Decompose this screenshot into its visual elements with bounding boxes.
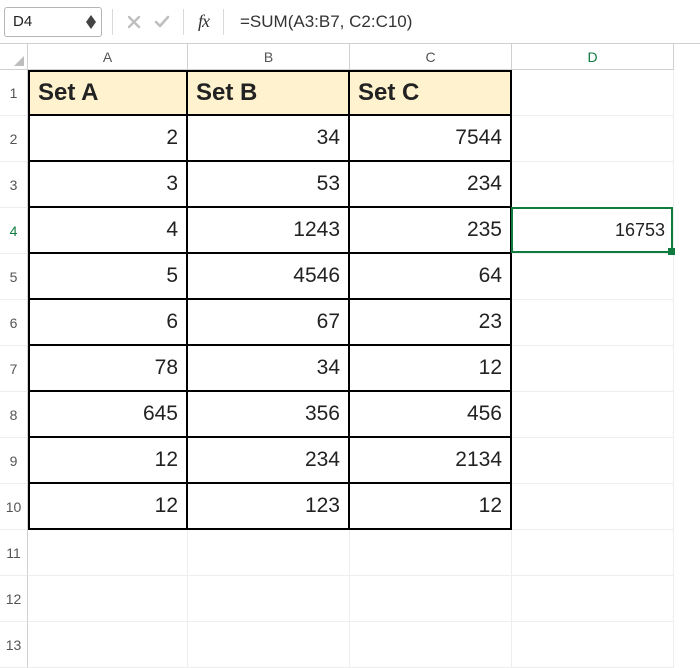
cell-D4[interactable]: 16753: [512, 208, 674, 254]
fx-label: fx: [194, 11, 213, 32]
cell-A3[interactable]: 3: [28, 162, 188, 208]
cell-A10[interactable]: 12: [28, 484, 188, 530]
row-header-2[interactable]: 2: [0, 116, 28, 162]
cell-C10[interactable]: 12: [350, 484, 512, 530]
cell-D11[interactable]: [512, 530, 674, 576]
cancel-formula-button[interactable]: [123, 11, 145, 33]
cell-A7[interactable]: 78: [28, 346, 188, 392]
cell-C12[interactable]: [350, 576, 512, 622]
cell-C4[interactable]: 235: [350, 208, 512, 254]
cell-C9[interactable]: 2134: [350, 438, 512, 484]
cell-A5[interactable]: 5: [28, 254, 188, 300]
cell-C8[interactable]: 456: [350, 392, 512, 438]
row-header-10[interactable]: 10: [0, 484, 28, 530]
row-header-11[interactable]: 11: [0, 530, 28, 576]
cell-B5[interactable]: 4546: [188, 254, 350, 300]
cell-B4[interactable]: 1243: [188, 208, 350, 254]
cell-B12[interactable]: [188, 576, 350, 622]
cell-C7[interactable]: 12: [350, 346, 512, 392]
cell-A2[interactable]: 2: [28, 116, 188, 162]
cell-A9[interactable]: 12: [28, 438, 188, 484]
close-icon: [126, 14, 142, 30]
name-box-stepper[interactable]: [85, 10, 97, 34]
cell-C6[interactable]: 23: [350, 300, 512, 346]
row-header-1[interactable]: 1: [0, 70, 28, 116]
cell-D12[interactable]: [512, 576, 674, 622]
formula-input[interactable]: [234, 7, 694, 37]
cell-A13[interactable]: [28, 622, 188, 668]
column-header-B[interactable]: B: [188, 44, 350, 70]
separator: [183, 9, 184, 35]
cell-B8[interactable]: 356: [188, 392, 350, 438]
spreadsheet-grid[interactable]: ABCD1Set ASet BSet C22347544335323444124…: [0, 44, 700, 668]
cell-C11[interactable]: [350, 530, 512, 576]
separator: [112, 9, 113, 35]
name-box[interactable]: D4: [4, 7, 102, 37]
cell-B1[interactable]: Set B: [188, 70, 350, 116]
cell-D5[interactable]: [512, 254, 674, 300]
row-header-7[interactable]: 7: [0, 346, 28, 392]
select-all-corner[interactable]: [0, 44, 28, 70]
cell-D8[interactable]: [512, 392, 674, 438]
row-header-6[interactable]: 6: [0, 300, 28, 346]
cell-D3[interactable]: [512, 162, 674, 208]
cell-B3[interactable]: 53: [188, 162, 350, 208]
chevron-down-icon: [86, 22, 96, 29]
chevron-up-icon: [86, 15, 96, 22]
cell-D2[interactable]: [512, 116, 674, 162]
cell-A1[interactable]: Set A: [28, 70, 188, 116]
column-header-A[interactable]: A: [28, 44, 188, 70]
cell-A12[interactable]: [28, 576, 188, 622]
row-header-5[interactable]: 5: [0, 254, 28, 300]
separator: [223, 9, 224, 35]
cell-B7[interactable]: 34: [188, 346, 350, 392]
cell-D7[interactable]: [512, 346, 674, 392]
row-header-9[interactable]: 9: [0, 438, 28, 484]
column-header-D[interactable]: D: [512, 44, 674, 70]
cell-B13[interactable]: [188, 622, 350, 668]
cell-C3[interactable]: 234: [350, 162, 512, 208]
column-header-C[interactable]: C: [350, 44, 512, 70]
cell-B10[interactable]: 123: [188, 484, 350, 530]
cell-A4[interactable]: 4: [28, 208, 188, 254]
cell-A6[interactable]: 6: [28, 300, 188, 346]
cell-A8[interactable]: 645: [28, 392, 188, 438]
cell-D9[interactable]: [512, 438, 674, 484]
check-icon: [153, 13, 171, 31]
cell-C13[interactable]: [350, 622, 512, 668]
formula-bar: D4 fx: [0, 0, 700, 44]
row-header-3[interactable]: 3: [0, 162, 28, 208]
accept-formula-button[interactable]: [151, 11, 173, 33]
name-box-value: D4: [13, 13, 32, 30]
cell-D1[interactable]: [512, 70, 674, 116]
row-header-8[interactable]: 8: [0, 392, 28, 438]
cell-B11[interactable]: [188, 530, 350, 576]
row-header-4[interactable]: 4: [0, 208, 28, 254]
cell-D10[interactable]: [512, 484, 674, 530]
cell-D6[interactable]: [512, 300, 674, 346]
cell-B6[interactable]: 67: [188, 300, 350, 346]
row-header-13[interactable]: 13: [0, 622, 28, 668]
row-header-12[interactable]: 12: [0, 576, 28, 622]
cell-A11[interactable]: [28, 530, 188, 576]
cell-B9[interactable]: 234: [188, 438, 350, 484]
cell-C1[interactable]: Set C: [350, 70, 512, 116]
cell-C5[interactable]: 64: [350, 254, 512, 300]
cell-B2[interactable]: 34: [188, 116, 350, 162]
cell-C2[interactable]: 7544: [350, 116, 512, 162]
cell-D13[interactable]: [512, 622, 674, 668]
